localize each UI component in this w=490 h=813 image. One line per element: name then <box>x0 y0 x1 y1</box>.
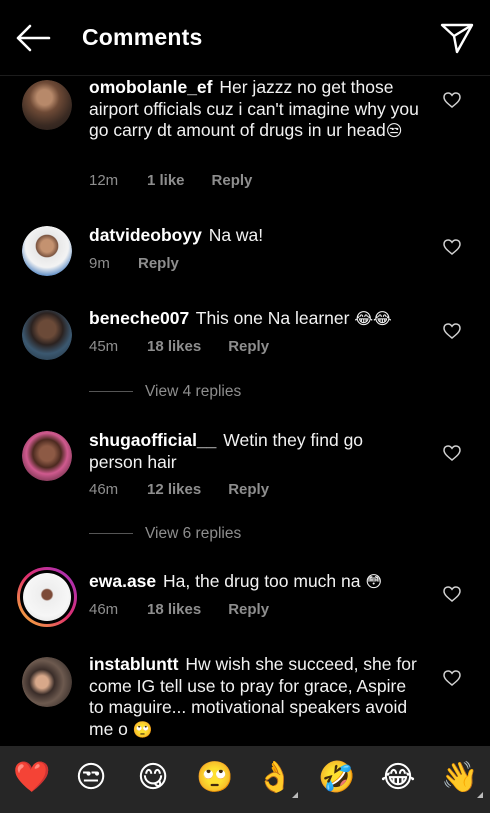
reply-button[interactable]: Reply <box>228 601 269 618</box>
comments-list[interactable]: omobolanle_ef Her jazzz no get those air… <box>0 76 490 746</box>
comment-text: datvideoboyy Na wa! <box>89 225 424 247</box>
avatar[interactable] <box>22 657 72 707</box>
emoji-ok-hand-glyph: 👌 <box>256 760 294 795</box>
comment-body: Ha, the drug too much na <box>163 571 361 591</box>
comment-body: Na wa! <box>208 225 264 245</box>
reply-button[interactable]: Reply <box>228 481 269 498</box>
comment-likes[interactable]: 1 like <box>147 172 185 189</box>
emoji-eye-roll-button[interactable]: 🙄 <box>196 760 233 796</box>
comment-time: 45m <box>89 338 119 355</box>
comment-text: instabluntt Hw wish she succeed, she for… <box>89 654 419 740</box>
page-title: Comments <box>82 24 203 50</box>
view-replies-label: View 6 replies <box>145 525 242 542</box>
emoji-yum-button[interactable]: 😋 <box>135 760 171 796</box>
back-arrow-icon[interactable] <box>14 22 52 54</box>
comment-likes[interactable]: 18 likes <box>147 338 201 355</box>
emoji-unamused-button[interactable]: 😒 <box>73 760 109 796</box>
comment-username[interactable]: omobolanle_ef <box>89 77 213 97</box>
comment-emoji: 😂😂 <box>354 309 392 328</box>
skin-tone-indicator-icon <box>292 792 298 798</box>
comment-meta: 46m 12 likes Reply <box>89 481 269 498</box>
emoji-ok-hand-button[interactable]: 👌 <box>256 760 298 798</box>
comment-meta: 12m 1 like Reply <box>89 172 252 189</box>
comment-time: 46m <box>89 601 119 618</box>
comment-meta: 45m 18 likes Reply <box>89 338 269 355</box>
reply-button[interactable]: Reply <box>212 172 253 189</box>
comments-header: Comments <box>0 0 490 76</box>
reply-button[interactable]: Reply <box>228 338 269 355</box>
divider <box>89 533 133 535</box>
comment-emoji: 😳 <box>365 572 383 591</box>
reply-button[interactable]: Reply <box>138 255 179 272</box>
comment-username[interactable]: ewa.ase <box>89 571 156 591</box>
comment-text: beneche007 This one Na learner 😂😂 <box>89 308 424 330</box>
emoji-joy-button[interactable]: 😂 <box>380 760 416 796</box>
like-heart-icon[interactable] <box>443 670 461 686</box>
emoji-wave-button[interactable]: 👋 <box>441 760 483 798</box>
comment-body: This one Na learner <box>195 308 350 328</box>
comment-text: ewa.ase Ha, the drug too much na 😳 <box>89 571 424 593</box>
like-heart-icon[interactable] <box>443 445 461 461</box>
comment-time: 12m <box>89 172 119 189</box>
comment-time: 46m <box>89 481 119 498</box>
view-replies-button[interactable]: View 6 replies <box>89 525 241 543</box>
like-heart-icon[interactable] <box>443 92 461 108</box>
comment-text: omobolanle_ef Her jazzz no get those air… <box>89 77 424 142</box>
direct-share-icon[interactable] <box>439 21 475 55</box>
comment-username[interactable]: shugaofficial__ <box>89 430 216 450</box>
avatar-with-story-ring[interactable] <box>17 567 77 627</box>
comment-username[interactable]: instabluntt <box>89 654 178 674</box>
avatar[interactable] <box>22 310 72 360</box>
view-replies-label: View 4 replies <box>145 383 242 400</box>
like-heart-icon[interactable] <box>443 586 461 602</box>
comment-meta: 9m Reply <box>89 255 179 272</box>
avatar[interactable] <box>22 80 72 130</box>
comment-username[interactable]: beneche007 <box>89 308 189 328</box>
comment-likes[interactable]: 18 likes <box>147 601 201 618</box>
emoji-rofl-button[interactable]: 🤣 <box>318 760 355 796</box>
emoji-heart-button[interactable]: ❤️ <box>13 760 50 796</box>
avatar[interactable] <box>22 226 72 276</box>
comment-meta: 46m 18 likes Reply <box>89 601 269 618</box>
like-heart-icon[interactable] <box>443 239 461 255</box>
skin-tone-indicator-icon <box>477 792 483 798</box>
emoji-wave-glyph: 👋 <box>441 760 479 795</box>
comment-emoji: 😒 <box>385 121 403 140</box>
comment-username[interactable]: datvideoboyy <box>89 225 202 245</box>
comment-text: shugaofficial__ Wetin they find go perso… <box>89 430 389 473</box>
view-replies-button[interactable]: View 4 replies <box>89 383 241 401</box>
comment-emoji: 🙄 <box>132 719 153 739</box>
comment-time: 9m <box>89 255 110 272</box>
comment-likes[interactable]: 12 likes <box>147 481 201 498</box>
divider <box>89 391 133 393</box>
like-heart-icon[interactable] <box>443 323 461 339</box>
avatar[interactable] <box>22 431 72 481</box>
emoji-quick-reactions-bar: ❤️ 😒 😋 🙄 👌 🤣 😂 👋 <box>0 746 490 813</box>
